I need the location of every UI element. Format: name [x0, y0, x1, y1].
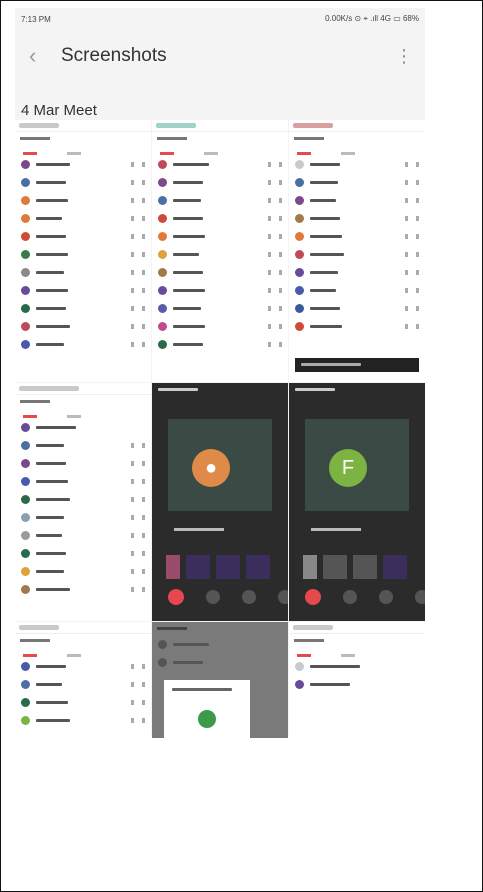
- snackbar: [295, 358, 419, 372]
- status-bar: 7:13 PM 0.00K/s ⊙ ⌖ .ıll 4G ▭ 68%: [15, 8, 425, 30]
- thumbnail-6[interactable]: F: [289, 383, 425, 621]
- status-indicators: 0.00K/s ⊙ ⌖ .ıll 4G ▭ 68%: [325, 14, 419, 23]
- thumbnail-9[interactable]: [289, 622, 425, 738]
- status-time: 7:13 PM: [21, 14, 51, 24]
- more-vert-icon[interactable]: ⋮: [395, 46, 413, 67]
- thumbnail-grid: ● F: [15, 120, 425, 738]
- thumbnail-4[interactable]: [15, 383, 151, 621]
- dialog: [164, 680, 250, 738]
- avatar: ●: [192, 449, 230, 487]
- thumbnail-3[interactable]: [289, 120, 425, 382]
- thumbnail-1[interactable]: [15, 120, 151, 382]
- avatar: F: [329, 449, 367, 487]
- back-chevron-icon[interactable]: ‹: [29, 43, 57, 69]
- thumbnail-2[interactable]: [152, 120, 288, 382]
- date-section-header: 4 Mar Meet: [21, 102, 97, 119]
- app-bar: ‹ Screenshots ⋮: [15, 30, 425, 82]
- thumbnail-5[interactable]: ●: [152, 383, 288, 621]
- thumbnail-8[interactable]: [152, 622, 288, 738]
- thumbnail-7[interactable]: [15, 622, 151, 738]
- page-title: Screenshots: [61, 45, 167, 66]
